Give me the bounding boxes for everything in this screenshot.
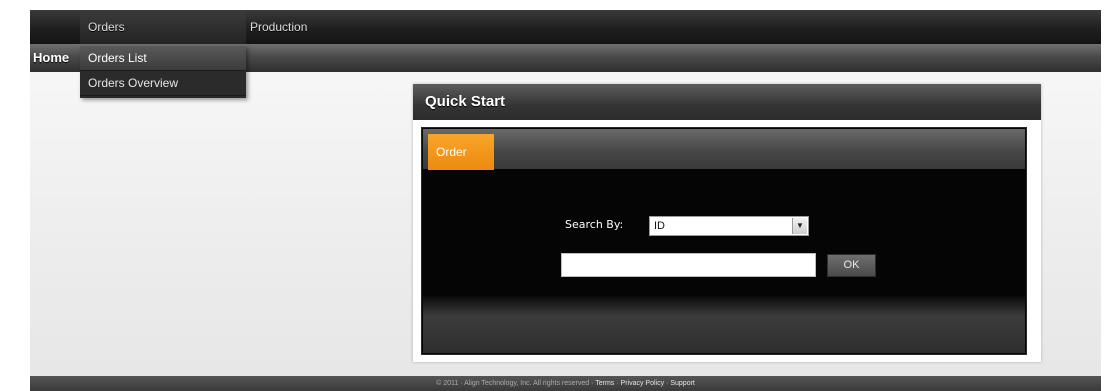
menu-orders[interactable]: Orders: [80, 10, 246, 46]
search-by-select[interactable]: ID ▼: [649, 216, 809, 236]
footer-link-privacy[interactable]: Privacy Policy: [621, 380, 665, 387]
footer-link-terms[interactable]: Terms: [595, 380, 614, 387]
chevron-down-icon[interactable]: ▼: [792, 218, 807, 234]
panel-bottom-band: [423, 296, 1025, 353]
ok-button[interactable]: OK: [827, 254, 876, 277]
menu-item-orders-list[interactable]: Orders List: [80, 46, 246, 71]
orders-dropdown-menu: Orders List Orders Overview: [80, 46, 246, 98]
copyright-text: © 2011 · Align Technology, Inc. All righ…: [436, 380, 594, 387]
tab-bar: [423, 129, 1025, 169]
footer-link-support[interactable]: Support: [670, 380, 695, 387]
menu-production[interactable]: Production: [246, 10, 366, 44]
search-by-selected-value: ID: [654, 220, 665, 232]
quick-start-title: Quick Start: [413, 84, 1041, 120]
tab-order[interactable]: Order: [428, 134, 494, 170]
home-link[interactable]: Home: [33, 44, 69, 72]
search-by-label: Search By:: [565, 218, 624, 231]
menu-item-orders-overview[interactable]: Orders Overview: [80, 71, 246, 96]
search-input[interactable]: [561, 253, 816, 277]
page-footer: © 2011 · Align Technology, Inc. All righ…: [30, 376, 1101, 391]
